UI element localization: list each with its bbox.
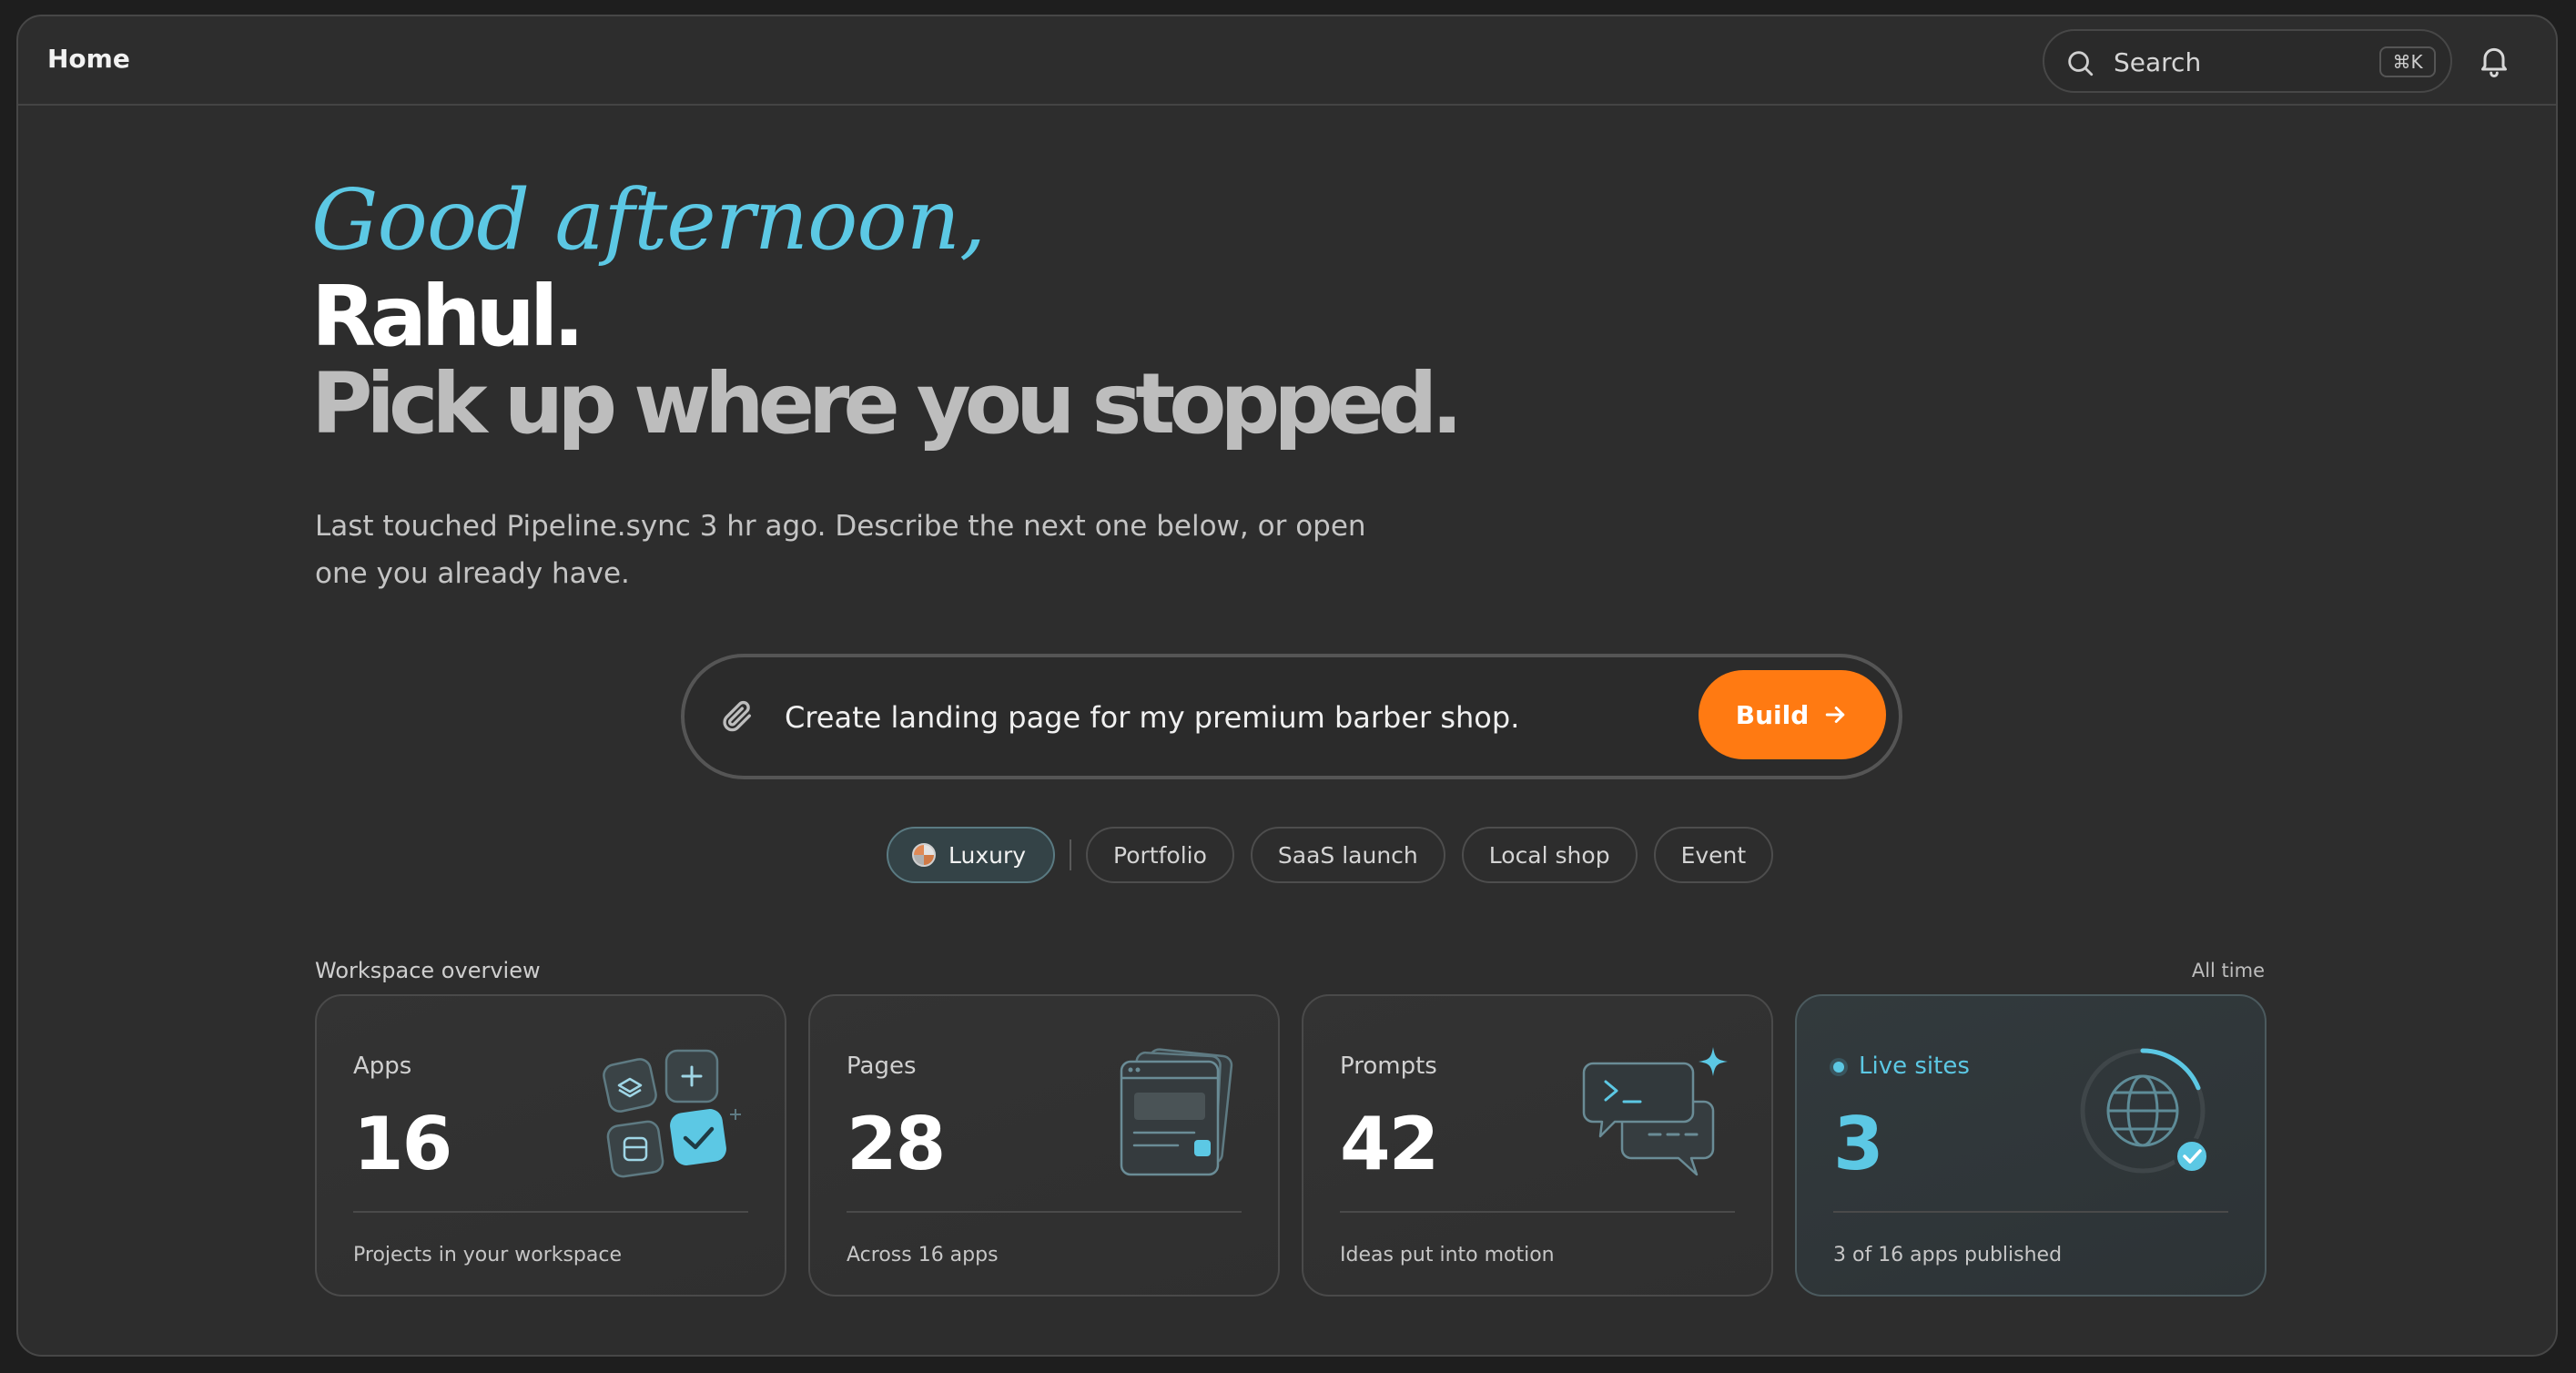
time-range-selector[interactable]: All time (2192, 960, 2265, 981)
user-name-heading: Rahul. (311, 268, 584, 365)
card-divider (847, 1211, 1242, 1213)
card-divider (353, 1211, 748, 1213)
workspace-overview-title: Workspace overview (315, 958, 541, 983)
pages-icon (1120, 1048, 1233, 1176)
chip-label: Luxury (948, 841, 1027, 869)
chip-event[interactable]: Event (1653, 827, 1774, 883)
card-divider (1833, 1211, 2228, 1213)
stat-card-apps[interactable]: Apps 16 Projects in your workspace (315, 994, 786, 1297)
chip-divider (1070, 839, 1072, 870)
stat-caption: 3 of 16 apps published (1833, 1244, 2063, 1266)
search-shortcut-badge: ⌘K (2379, 46, 2436, 77)
template-chips: Luxury Portfolio SaaS launch Local shop … (887, 827, 1774, 883)
live-status-dot (1833, 1062, 1844, 1073)
prompt-input[interactable]: Create landing page for my premium barbe… (785, 700, 1519, 735)
chip-portfolio[interactable]: Portfolio (1086, 827, 1234, 883)
build-button-label: Build (1735, 699, 1810, 730)
chip-label: Event (1680, 841, 1747, 869)
globe-icon (2080, 1048, 2210, 1175)
stat-card-pages[interactable]: Pages 28 Across 16 apps (808, 994, 1280, 1297)
notification-bell-icon[interactable] (2476, 42, 2512, 78)
prompts-icon (1582, 1047, 1728, 1176)
stat-value: 28 (847, 1102, 946, 1186)
prompt-bar: Create landing page for my premium barbe… (681, 654, 1902, 779)
search-box[interactable]: Search ⌘K (2043, 29, 2452, 93)
stat-card-prompts[interactable]: Prompts 42 Ideas put into motion (1302, 994, 1773, 1297)
stat-value: 42 (1340, 1102, 1439, 1186)
app-window: Home Search ⌘K Good afternoon, Rahul. Pi… (16, 15, 2558, 1357)
apps-icon (603, 1049, 741, 1178)
chip-label: SaaS launch (1277, 841, 1418, 869)
hero-description: Last touched Pipeline.sync 3 hr ago. Des… (315, 510, 1366, 590)
page-title: Home (47, 44, 130, 74)
stat-label: Prompts (1340, 1053, 1437, 1080)
hero-headline: Pick up where you stopped. (311, 355, 1463, 453)
chip-label: Local shop (1488, 841, 1610, 869)
stat-label: Live sites (1859, 1053, 1970, 1080)
chip-label: Portfolio (1113, 841, 1207, 869)
build-button[interactable]: Build (1699, 670, 1886, 759)
luxury-swatch-icon (912, 843, 936, 867)
top-bar: Home Search ⌘K (18, 16, 2556, 106)
stat-caption: Projects in your workspace (353, 1244, 623, 1266)
search-placeholder[interactable]: Search (2114, 47, 2201, 77)
stat-value: 3 (1833, 1102, 1884, 1186)
stat-caption: Ideas put into motion (1340, 1244, 1555, 1266)
stat-value: 16 (353, 1102, 452, 1186)
stat-card-live-sites[interactable]: Live sites 3 3 of 16 apps published (1795, 994, 2267, 1297)
card-divider (1340, 1211, 1735, 1213)
stat-label: Apps (353, 1053, 412, 1080)
search-icon (2068, 51, 2094, 76)
chip-local-shop[interactable]: Local shop (1461, 827, 1638, 883)
chip-saas-launch[interactable]: SaaS launch (1250, 827, 1445, 883)
paperclip-icon[interactable] (719, 698, 756, 735)
arrow-right-icon (1826, 707, 1845, 723)
stat-label: Pages (847, 1053, 917, 1080)
chip-luxury[interactable]: Luxury (887, 827, 1056, 883)
greeting-text: Good afternoon, (311, 171, 986, 269)
stat-caption: Across 16 apps (847, 1244, 999, 1266)
